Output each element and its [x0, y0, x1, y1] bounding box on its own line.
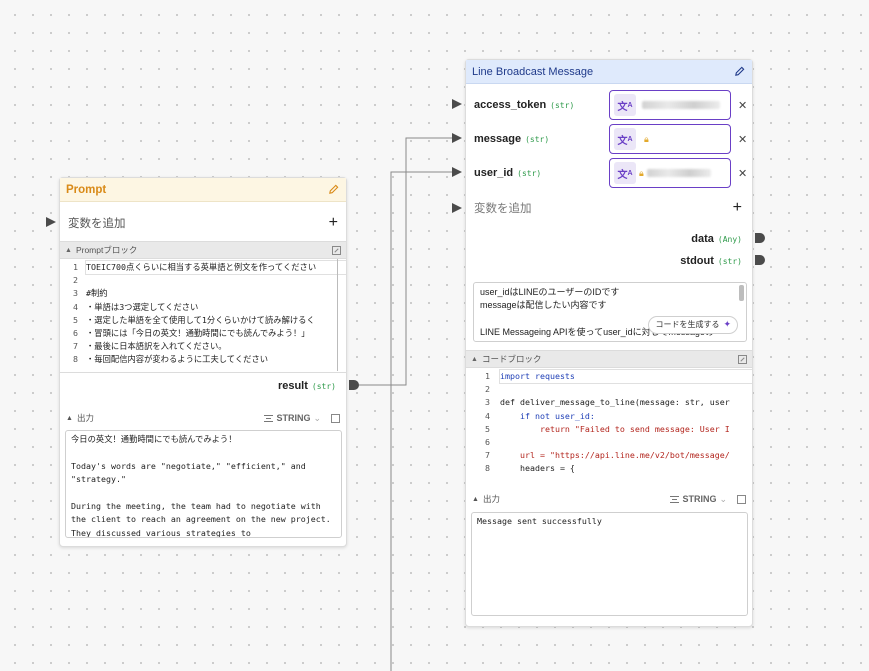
description-textarea[interactable]: user_idはLINEのユーザーのIDです messageは配信したい内容です… [473, 282, 747, 342]
description-line: user_idはLINEのユーザーのIDです [480, 287, 620, 297]
edge-result-to-message [357, 137, 452, 386]
caret-up-icon[interactable]: ▲ [471, 356, 478, 363]
message-input-port[interactable] [452, 133, 462, 143]
user-id-field[interactable]: 文A 🔒︎ [609, 158, 731, 188]
prompt-editor[interactable]: 1 TOEIC700点くらいに相当する英単語と例文を作ってください 2 3 #制約 … [60, 259, 346, 371]
code-line: 2 [73, 275, 78, 286]
line-broadcast-node[interactable]: Line Broadcast Message access_token (str)… [465, 59, 753, 627]
chevron-down-icon: ⌄ [313, 412, 321, 423]
output-header: ▲ 出力 STRING ⌄ [466, 491, 752, 507]
add-variable-row[interactable]: 変数を追加 + [466, 197, 752, 219]
output-header: ▲ 出力 STRING ⌄ [60, 410, 346, 426]
generate-code-label: コードを生成する [655, 320, 720, 330]
close-icon[interactable]: ✕ [738, 167, 747, 180]
translate-icon[interactable]: 文A [614, 162, 636, 184]
output-section-label: 出力 [76, 413, 94, 423]
prompt-node[interactable]: Prompt 変数を追加 + ▲ Promptブロック 1 TOEIC700点くら… [59, 177, 347, 547]
expand-icon[interactable] [332, 245, 341, 255]
lines-icon [670, 495, 680, 503]
output-data-label: data (Any) [691, 233, 742, 245]
input-row-user-id: user_id (str) 文A 🔒︎ ✕ [466, 157, 752, 189]
add-variable-row[interactable]: 変数を追加 + [60, 212, 346, 234]
user-id-input-port[interactable] [452, 167, 462, 177]
masked-value [646, 169, 711, 177]
code-line: 6 ・冒頭には「今日の英文！通勤時間にでも読んでみよう！」 [73, 327, 310, 338]
caret-up-icon[interactable]: ▲ [472, 496, 479, 503]
code-line: 3 def deliver_message_to_line(message: st… [485, 397, 730, 408]
prompt-block-title: Promptブロック [75, 245, 138, 255]
code-block-bar[interactable]: ▲ コードブロック [466, 350, 752, 368]
input-row-access-token: access_token (str) 文A ✕ [466, 89, 752, 121]
stdout-output-port[interactable] [755, 255, 765, 265]
caret-up-icon[interactable]: ▲ [65, 247, 72, 254]
code-line: 1 import requests [466, 368, 752, 385]
output-result-label: result (str) [277, 380, 336, 392]
code-line: 2 [485, 384, 490, 395]
expand-icon[interactable] [737, 494, 746, 504]
code-line: 8 ・毎回配信内容が変わるように工夫してください [73, 354, 269, 365]
prompt-node-header[interactable]: Prompt [60, 178, 346, 202]
output-format-select[interactable]: STRING ⌄ [670, 494, 727, 505]
code-line: 4 ・単語は3つ選定してください [73, 301, 199, 312]
edit-pencil-icon[interactable] [326, 183, 340, 197]
add-variable-label: 変数を追加 [474, 203, 532, 215]
add-variable-label: 変数を追加 [68, 218, 126, 230]
input-label: user_id (str) [474, 167, 542, 179]
chevron-down-icon: ⌄ [719, 493, 727, 504]
input-row-message: message (str) 文A 🔒︎ ✕ [466, 123, 752, 155]
output-section-label: 出力 [482, 494, 500, 504]
prompt-block-bar[interactable]: ▲ Promptブロック [60, 241, 346, 259]
input-label: message (str) [474, 133, 550, 145]
input-label: access_token (str) [474, 99, 575, 111]
add-variable-input-port[interactable] [452, 203, 462, 213]
code-line: 7 ・最後に日本語訳を入れてください。 [73, 341, 227, 352]
magic-wand-icon: ✦ [723, 319, 731, 330]
plus-icon[interactable]: + [733, 200, 742, 216]
plus-icon[interactable]: + [329, 215, 338, 231]
access-token-field[interactable]: 文A [609, 90, 731, 120]
code-line: 3 #制約 [73, 288, 108, 299]
caret-up-icon[interactable]: ▲ [66, 415, 73, 422]
prompt-node-title: Prompt [66, 183, 107, 196]
translate-icon[interactable]: 文A [614, 128, 636, 150]
edge-to-user-id [390, 171, 452, 671]
prompt-output-box[interactable]: 今日の英文！通勤時間にでも読んでみよう！ Today's words are "… [65, 430, 342, 538]
line-output-box[interactable]: Message sent successfully [471, 512, 748, 616]
translate-icon[interactable]: 文A [614, 94, 636, 116]
message-field[interactable]: 文A 🔒︎ [609, 124, 731, 154]
expand-icon[interactable] [331, 413, 340, 423]
code-line: 5 ・選定した単語を全て使用して1分くらいかけて読み解けるく [73, 314, 315, 325]
generate-code-button[interactable]: コードを生成する ✦ [648, 316, 738, 334]
line-node-header[interactable]: Line Broadcast Message [466, 60, 752, 84]
code-block-title: コードブロック [481, 354, 542, 364]
code-editor[interactable]: 1 import requests 2 3 def deliver_message_… [466, 368, 752, 484]
code-line: 5 return "Failed to send message: User I [485, 423, 730, 434]
description-line: messageは配信したい内容です [480, 300, 607, 311]
flow-canvas[interactable]: Prompt 変数を追加 + ▲ Promptブロック 1 TOEIC700点くら… [0, 0, 869, 671]
line-node-title: Line Broadcast Message [472, 65, 594, 78]
edit-pencil-icon[interactable] [732, 65, 746, 79]
close-icon[interactable]: ✕ [738, 99, 747, 112]
access-token-input-port[interactable] [452, 99, 462, 109]
data-output-port[interactable] [755, 233, 765, 243]
code-line: 1 TOEIC700点くらいに相当する英単語と例文を作ってください [60, 259, 346, 276]
lock-icon: 🔒︎ [644, 133, 649, 144]
code-line: 4 if not user_id: [485, 410, 595, 421]
code-line: 7 url = "https://api.line.me/v2/bot/mess… [485, 450, 730, 461]
expand-icon[interactable] [738, 354, 747, 364]
result-output-port[interactable] [349, 380, 359, 390]
code-line: 8 headers = { [485, 463, 575, 474]
output-format-select[interactable]: STRING ⌄ [264, 413, 321, 424]
output-stdout-label: stdout (str) [680, 255, 742, 267]
code-line: 6 [485, 436, 490, 447]
scrollbar[interactable] [739, 285, 744, 301]
prompt-input-port[interactable] [46, 217, 56, 227]
masked-value [642, 101, 720, 109]
close-icon[interactable]: ✕ [738, 133, 747, 146]
lock-icon: 🔒︎ [639, 167, 644, 178]
lines-icon [264, 414, 274, 422]
